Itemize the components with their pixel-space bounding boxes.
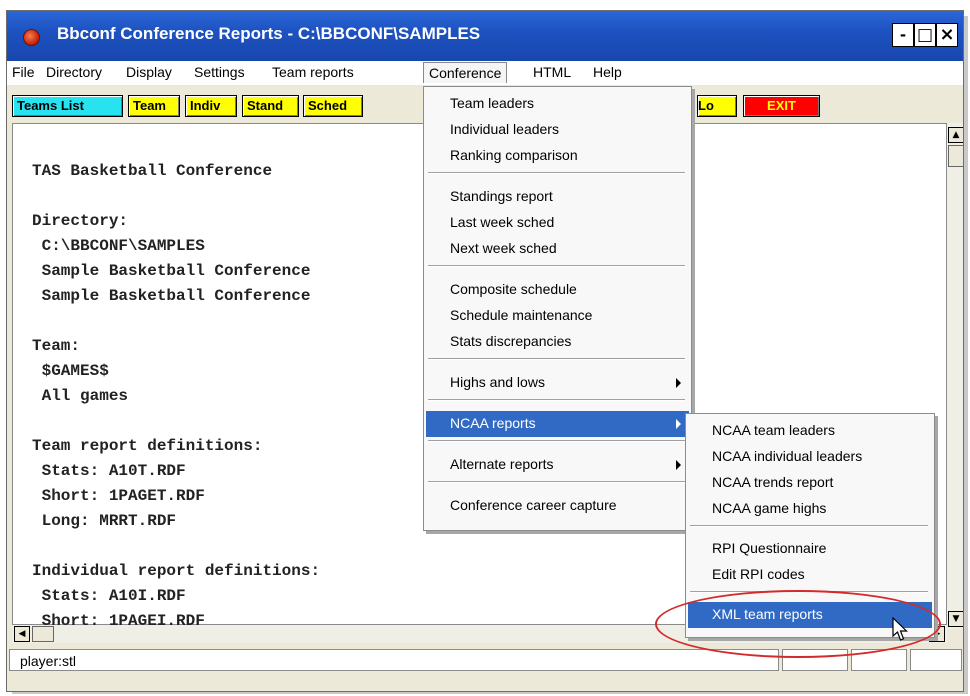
menu-item-rpi-questionnaire[interactable]: RPI Questionnaire xyxy=(688,536,932,562)
menu-separator xyxy=(428,358,685,360)
menu-help[interactable]: Help xyxy=(593,64,622,80)
menu-item-highs-and-lows[interactable]: Highs and lows xyxy=(426,370,689,396)
menu-item-label: Ranking comparison xyxy=(450,147,578,163)
window-title: Bbconf Conference Reports - C:\BBCONF\SA… xyxy=(57,24,481,43)
menu-settings[interactable]: Settings xyxy=(194,64,245,80)
menu-conference[interactable]: Conference xyxy=(423,62,508,83)
menu-item-label: Highs and lows xyxy=(450,374,545,390)
menu-separator xyxy=(428,481,685,483)
submenu-arrow-icon xyxy=(676,419,681,429)
menu-item-ncaa-individual-leaders[interactable]: NCAA individual leaders xyxy=(688,444,932,470)
menu-separator xyxy=(690,525,928,527)
menu-item-label: RPI Questionnaire xyxy=(712,540,827,556)
menu-item-team-leaders[interactable]: Team leaders xyxy=(426,91,689,117)
conference-menu: Team leaders Individual leaders Ranking co… xyxy=(423,86,692,531)
menu-item-ncaa-trends-report[interactable]: NCAA trends report xyxy=(688,470,932,496)
submenu-arrow-icon xyxy=(676,460,681,470)
scroll-left-icon[interactable]: ◀ xyxy=(14,626,30,642)
menu-item-ncaa-reports[interactable]: NCAA reports xyxy=(426,411,689,437)
menu-bar: File Directory Display Settings Team rep… xyxy=(7,61,963,85)
basketball-icon xyxy=(23,29,40,46)
menu-html[interactable]: HTML xyxy=(533,64,571,80)
status-text: player:stl xyxy=(20,653,77,669)
status-panel-main: player:stl xyxy=(9,649,779,671)
menu-item-composite-schedule[interactable]: Composite schedule xyxy=(426,277,689,303)
menu-item-ranking-comparison[interactable]: Ranking comparison xyxy=(426,143,689,169)
menu-item-edit-rpi-codes[interactable]: Edit RPI codes xyxy=(688,562,932,588)
menu-file[interactable]: File xyxy=(12,64,35,80)
menu-item-label: Standings report xyxy=(450,188,553,204)
menu-item-individual-leaders[interactable]: Individual leaders xyxy=(426,117,689,143)
report-line: Stats: A10I.RDF xyxy=(32,587,186,605)
menu-item-label: Stats discrepancies xyxy=(450,333,572,349)
menu-item-label: NCAA game highs xyxy=(712,500,827,516)
report-line: TAS Basketball Conference xyxy=(32,162,273,180)
scroll-down-icon[interactable]: ▼ xyxy=(948,611,963,627)
maximize-button[interactable]: □ xyxy=(914,23,936,47)
report-line: Team: xyxy=(32,337,81,355)
menu-item-label: Schedule maintenance xyxy=(450,307,593,323)
team-button[interactable]: Team xyxy=(128,95,180,117)
report-line: Directory: xyxy=(32,212,129,230)
report-line: Long: MRRT.RDF xyxy=(32,512,177,530)
highs-lows-button[interactable]: Lo xyxy=(697,95,737,117)
menu-separator xyxy=(428,172,685,174)
report-line: C:\BBCONF\SAMPLES xyxy=(32,237,205,255)
menu-item-next-week-sched[interactable]: Next week sched xyxy=(426,236,689,262)
menu-separator xyxy=(428,265,685,267)
report-line: Team report definitions: xyxy=(32,437,263,455)
menu-item-alternate-reports[interactable]: Alternate reports xyxy=(426,452,689,478)
sched-button[interactable]: Sched xyxy=(303,95,363,117)
menu-separator xyxy=(428,440,685,442)
report-line: Individual report definitions: xyxy=(32,562,321,580)
report-line: All games xyxy=(32,387,129,405)
menu-directory[interactable]: Directory xyxy=(46,64,102,80)
menu-item-label: Last week sched xyxy=(450,214,555,230)
report-line: Sample Basketball Conference xyxy=(32,262,311,280)
menu-separator xyxy=(428,399,685,401)
menu-item-schedule-maintenance[interactable]: Schedule maintenance xyxy=(426,303,689,329)
menu-item-label: Team leaders xyxy=(450,95,535,111)
report-line: Sample Basketball Conference xyxy=(32,287,311,305)
menu-item-label: Conference career capture xyxy=(450,497,617,513)
menu-item-label: Edit RPI codes xyxy=(712,566,805,582)
menu-item-conference-career-capture[interactable]: Conference career capture xyxy=(426,493,689,519)
close-button[interactable]: × xyxy=(936,23,958,47)
menu-item-stats-discrepancies[interactable]: Stats discrepancies xyxy=(426,329,689,355)
title-bar[interactable]: Bbconf Conference Reports - C:\BBCONF\SA… xyxy=(7,11,963,61)
menu-item-ncaa-team-leaders[interactable]: NCAA team leaders xyxy=(688,418,932,444)
vertical-scroll-thumb[interactable] xyxy=(948,145,963,167)
teams-list-button[interactable]: Teams List xyxy=(12,95,123,117)
menu-item-ncaa-game-highs[interactable]: NCAA game highs xyxy=(688,496,932,522)
menu-team-reports[interactable]: Team reports xyxy=(272,64,354,80)
scroll-up-icon[interactable]: ▲ xyxy=(948,127,963,143)
horizontal-scroll-thumb[interactable] xyxy=(32,626,54,642)
report-line: $GAMES$ xyxy=(32,362,109,380)
status-panel-4 xyxy=(910,649,962,671)
indiv-button[interactable]: Indiv xyxy=(185,95,237,117)
minimize-button[interactable]: - xyxy=(892,23,914,47)
menu-item-label: NCAA reports xyxy=(450,415,536,431)
menu-item-label: NCAA individual leaders xyxy=(712,448,863,464)
menu-item-label: NCAA team leaders xyxy=(712,422,835,438)
menu-item-label: Alternate reports xyxy=(450,456,554,472)
report-line: Short: 1PAGET.RDF xyxy=(32,487,205,505)
mouse-pointer-icon xyxy=(892,617,908,641)
menu-item-label: Composite schedule xyxy=(450,281,577,297)
menu-item-label: Next week sched xyxy=(450,240,557,256)
menu-item-standings-report[interactable]: Standings report xyxy=(426,184,689,210)
menu-item-label: NCAA trends report xyxy=(712,474,834,490)
exit-button[interactable]: EXIT xyxy=(743,95,820,117)
menu-item-label: Individual leaders xyxy=(450,121,559,137)
menu-display[interactable]: Display xyxy=(126,64,172,80)
menu-item-last-week-sched[interactable]: Last week sched xyxy=(426,210,689,236)
stand-button[interactable]: Stand xyxy=(242,95,299,117)
submenu-arrow-icon xyxy=(676,378,681,388)
vertical-scrollbar[interactable]: ▲ ▼ xyxy=(947,123,963,629)
report-line: Stats: A10T.RDF xyxy=(32,462,186,480)
